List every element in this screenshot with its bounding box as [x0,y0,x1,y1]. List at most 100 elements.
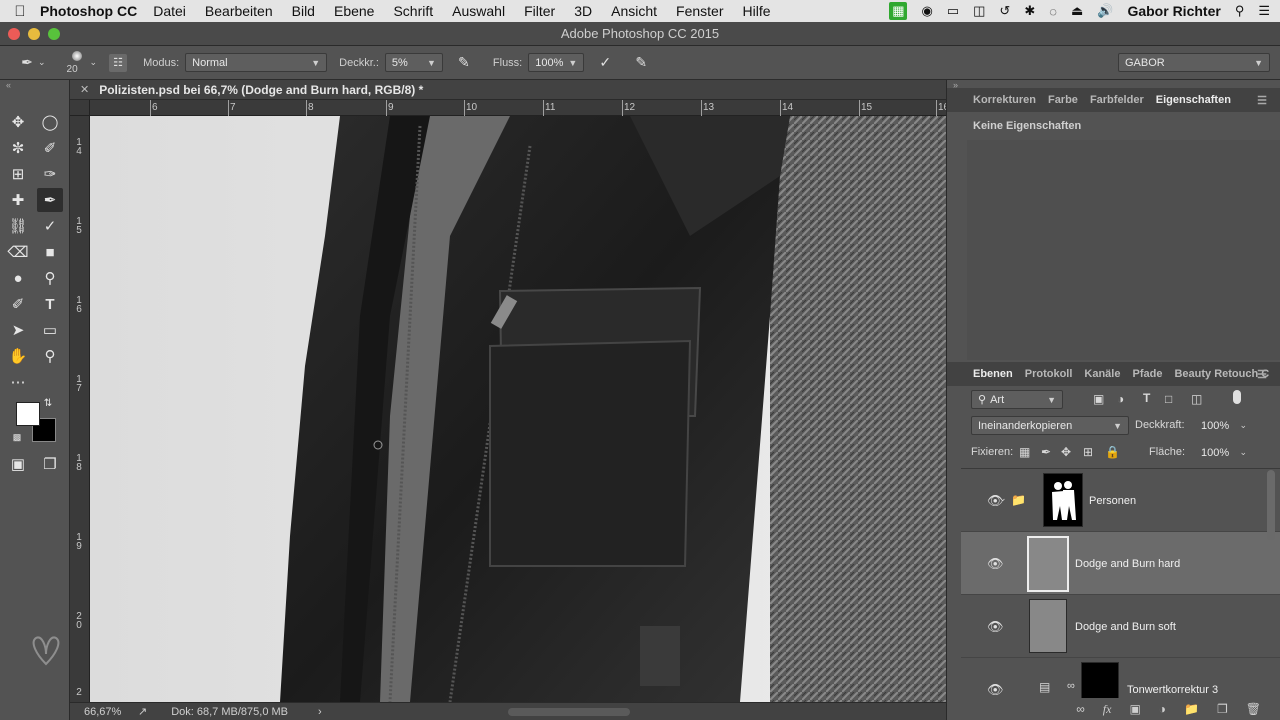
lock-artboard-icon[interactable]: ⊞ [1083,445,1093,459]
tab-korrekturen[interactable]: Korrekturen [967,94,1042,106]
lock-transparency-icon[interactable]: ▦ [1019,445,1030,459]
menu-auswahl[interactable]: Auswahl [452,3,505,19]
tab-pfade[interactable]: Pfade [1126,368,1168,380]
tab-farbfelder[interactable]: Farbfelder [1084,94,1150,106]
eraser-icon[interactable]: ⌫ [5,240,31,264]
link-icon[interactable]: ∞ [1067,680,1075,692]
dodge-icon[interactable]: ⚲ [37,266,63,290]
panel-menu-icon[interactable]: ☰ [1251,368,1273,381]
gradient-icon[interactable]: ■ [37,240,63,264]
layer-filter-select[interactable]: ⚲ Art ▼ [971,390,1063,409]
status-app-icon[interactable]: ▦ [889,2,908,20]
new-adjustment-icon[interactable]: ◑ [1159,702,1166,716]
spotlight-search-icon[interactable]: ⚲ [1235,3,1245,19]
default-colors-icon[interactable]: ▩ [10,430,24,444]
mode-select[interactable]: Normal ▼ [185,53,328,72]
menu-fenster[interactable]: Fenster [676,3,723,19]
lock-pixels-icon[interactable]: ✒ [1041,445,1051,459]
history-brush-icon[interactable]: ✓ [37,214,63,238]
layer-mask-thumbnail[interactable] [1043,473,1083,527]
layer-row-tonwertkorrektur[interactable]: 👁 ▤ ∞ Tonwertkorrektur 3 [961,658,1280,698]
visibility-eye-icon[interactable]: 👁 [987,619,1004,635]
workspace-select[interactable]: GABOR ▼ [1118,53,1270,72]
zoom-icon[interactable]: ⚲ [37,344,63,368]
panel-menu-icon[interactable]: ☰ [1251,94,1273,107]
screen-mode-icon[interactable]: ❐ [37,452,63,476]
tab-protokoll[interactable]: Protokoll [1019,368,1079,380]
delete-layer-icon[interactable]: 🗑 [1246,702,1261,716]
layer-opacity-select[interactable]: 100% ⌄ [1201,416,1247,435]
document-canvas[interactable] [90,116,946,702]
tab-farbe[interactable]: Farbe [1042,94,1084,106]
path-select-icon[interactable]: ➤ [5,318,31,342]
fill-select[interactable]: 100% ⌄ [1201,443,1247,462]
add-mask-icon[interactable]: ▣ [1129,702,1140,716]
apple-menu-icon[interactable]:  [0,3,40,20]
visibility-eye-icon[interactable]: 👁 [987,682,1004,698]
lock-position-icon[interactable]: ✥ [1061,445,1071,459]
wifi-icon[interactable]: ◌ [1049,4,1057,19]
layer-name[interactable]: Personen [1089,495,1136,507]
menu-hilfe[interactable]: Hilfe [743,3,771,19]
filter-adjustment-icon[interactable]: ◑ [1117,392,1124,406]
swap-colors-icon[interactable]: ⇅ [40,396,56,410]
layer-row-dodge-burn-soft[interactable]: 👁 Dodge and Burn soft [961,595,1280,658]
layer-row-personen[interactable]: 👁 ⌄ 📁 Personen [961,469,1280,532]
new-layer-icon[interactable]: ❐ [1217,702,1228,716]
pen-icon[interactable]: ✐ [5,292,31,316]
tab-ebenen[interactable]: Ebenen [967,368,1019,380]
time-machine-icon[interactable]: ↺ [999,3,1010,19]
quick-select-icon[interactable]: ✐ [37,136,63,160]
filter-pixel-icon[interactable]: ▣ [1093,392,1104,406]
layer-name[interactable]: Tonwertkorrektur 3 [1127,684,1218,696]
layer-thumbnail[interactable] [1027,536,1069,592]
blur-icon[interactable]: ● [5,266,31,290]
chevron-down-icon[interactable]: ⌄ [999,493,1007,504]
menu-filter[interactable]: Filter [524,3,555,19]
brush-panel-icon[interactable]: ☷ [109,53,128,72]
cc-icon[interactable]: ◉ [921,3,932,19]
brush-size-picker[interactable]: 20 [64,48,90,78]
ruler-origin[interactable] [70,100,90,116]
fx-icon[interactable]: fx [1103,702,1112,717]
more-tools-icon[interactable]: ⋯ [5,370,31,394]
layer-thumbnail[interactable] [1029,599,1067,653]
menu-datei[interactable]: Datei [153,3,186,19]
layer-row-dodge-burn-hard[interactable]: 👁 Dodge and Burn hard [961,532,1280,595]
new-group-icon[interactable]: 📁 [1184,702,1199,716]
tab-kanaele[interactable]: Kanäle [1078,368,1126,380]
minimize-window-icon[interactable] [28,28,40,40]
filter-toggle[interactable] [1233,390,1241,404]
document-info[interactable]: Dok: 68,7 MB/875,0 MB [171,706,288,718]
hand-icon[interactable]: ✋ [5,344,31,368]
airbrush-icon[interactable]: ✓ [594,54,616,71]
collapse-panel-icon[interactable]: « [6,80,11,90]
pressure-size-icon[interactable]: ✎ [630,54,652,71]
lock-all-icon[interactable]: 🔒 [1105,445,1120,459]
menu-ebene[interactable]: Ebene [334,3,374,19]
zoom-level[interactable]: 66,67% [84,706,136,718]
flow-select[interactable]: 100% ▼ [528,53,585,72]
bluetooth-icon[interactable]: ✱ [1024,3,1035,19]
menu-ansicht[interactable]: Ansicht [611,3,657,19]
healing-icon[interactable]: ✚ [5,188,31,212]
filter-shape-icon[interactable]: □ [1165,392,1172,406]
shape-icon[interactable]: ▭ [37,318,63,342]
zoom-window-icon[interactable] [48,28,60,40]
filter-smartobject-icon[interactable]: ◫ [1191,392,1202,406]
eyedropper-icon[interactable]: ✑ [37,162,63,186]
blend-mode-select[interactable]: Ineinanderkopieren ▼ [971,416,1129,435]
crop-icon[interactable]: ⊞ [5,162,31,186]
layer-name[interactable]: Dodge and Burn soft [1075,621,1176,633]
type-icon[interactable]: T [37,292,63,316]
vertical-ruler[interactable]: 1 4 1 5 1 6 1 7 1 8 1 9 2 0 2 [70,116,90,702]
menu-schrift[interactable]: Schrift [393,3,433,19]
quick-mask-icon[interactable]: ▣ [5,452,31,476]
horizontal-scrollbar[interactable] [508,708,630,716]
chevron-down-icon[interactable]: ⌄ [38,57,46,68]
link-layers-icon[interactable]: ∞ [1076,702,1085,716]
opacity-select[interactable]: 5% ▼ [384,53,443,72]
notification-center-icon[interactable]: ☰ [1258,3,1270,19]
brush-icon[interactable]: ✒ [37,188,63,212]
user-name[interactable]: Gabor Richter [1127,3,1220,19]
